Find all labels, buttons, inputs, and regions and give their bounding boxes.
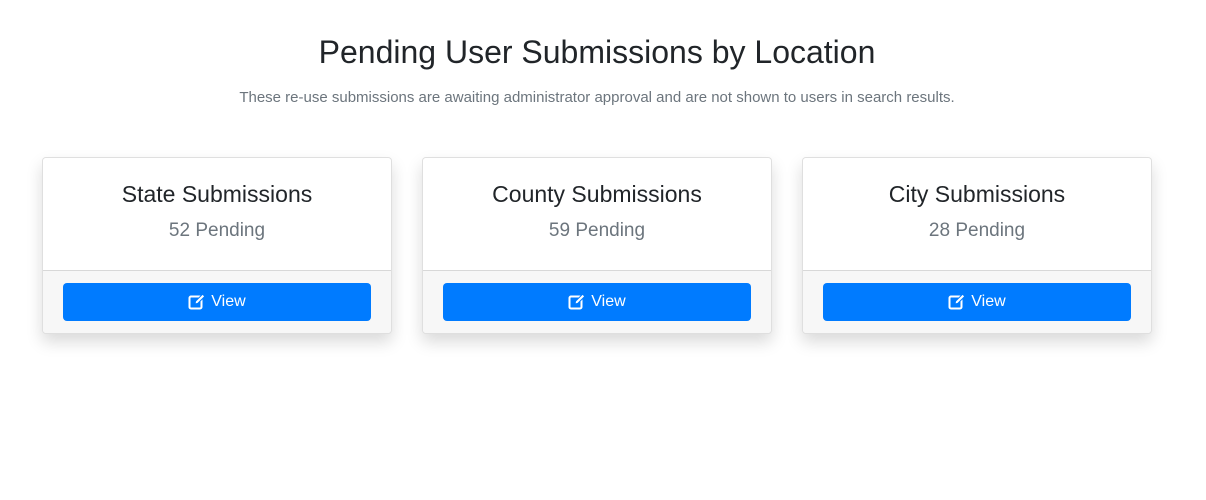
view-button-label: View: [211, 293, 246, 310]
view-county-submissions-button[interactable]: View: [443, 283, 751, 321]
card-footer: View: [423, 270, 771, 333]
page: Pending User Submissions by Location The…: [0, 0, 1206, 500]
view-state-submissions-button[interactable]: View: [63, 283, 371, 321]
card-county-submissions: County Submissions 59 Pending View: [422, 157, 772, 334]
page-subtitle: These re-use submissions are awaiting ad…: [239, 89, 955, 106]
card-city-submissions: City Submissions 28 Pending View: [802, 157, 1152, 334]
edit-icon: [948, 293, 966, 311]
card-footer: View: [803, 270, 1151, 333]
card-title: State Submissions: [121, 181, 313, 207]
card-state-submissions: State Submissions 52 Pending View: [42, 157, 392, 334]
card-title: City Submissions: [888, 181, 1066, 207]
card-body: State Submissions 52 Pending: [43, 158, 391, 270]
pending-count: 52 Pending: [168, 220, 266, 241]
page-title: Pending User Submissions by Location: [318, 34, 876, 70]
submission-cards: State Submissions 52 Pending View County…: [42, 157, 1152, 334]
card-title: County Submissions: [492, 181, 702, 207]
edit-icon: [188, 293, 206, 311]
card-body: County Submissions 59 Pending: [423, 158, 771, 270]
pending-count: 28 Pending: [928, 220, 1026, 241]
pending-count: 59 Pending: [548, 220, 646, 241]
view-button-label: View: [591, 293, 626, 310]
edit-icon: [568, 293, 586, 311]
card-footer: View: [43, 270, 391, 333]
view-city-submissions-button[interactable]: View: [823, 283, 1131, 321]
card-body: City Submissions 28 Pending: [803, 158, 1151, 270]
view-button-label: View: [971, 293, 1006, 310]
